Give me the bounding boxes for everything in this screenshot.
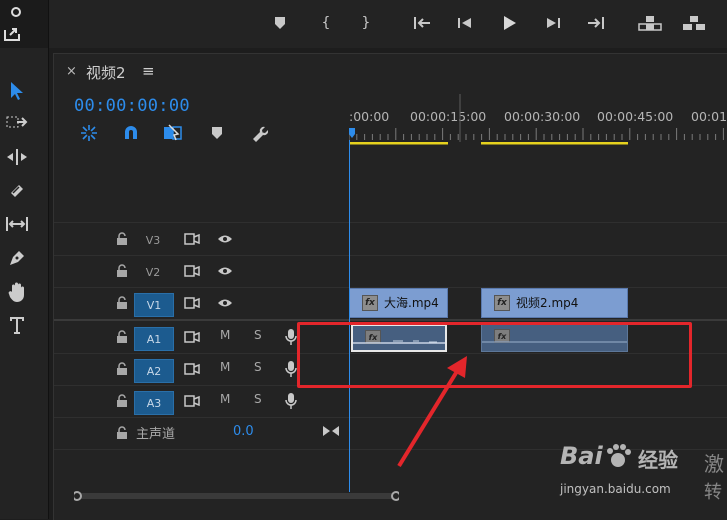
work-area-bar[interactable] (349, 142, 448, 145)
track-header-v3: V3 (54, 224, 349, 255)
lock-icon[interactable] (116, 330, 128, 344)
add-marker-icon[interactable] (206, 122, 228, 144)
eye-icon[interactable] (217, 298, 233, 308)
step-back-icon[interactable] (453, 12, 477, 34)
playhead-handle[interactable] (349, 128, 355, 138)
playhead-line[interactable] (349, 140, 350, 492)
solo-button[interactable]: S (254, 360, 262, 374)
extract-icon[interactable] (680, 12, 708, 34)
ruler-ticks (349, 94, 724, 145)
track-name[interactable]: A2 (134, 359, 174, 383)
selection-tool-icon[interactable] (4, 78, 30, 104)
sync-lock-icon[interactable] (184, 297, 200, 309)
lift-icon[interactable] (636, 12, 664, 34)
video-clip[interactable]: fx 视频2.mp4 (481, 288, 628, 318)
lock-icon[interactable] (116, 232, 128, 246)
watermark-brand-right: 经验 (638, 448, 678, 472)
master-track-label: 主声道 (136, 427, 176, 442)
eye-icon[interactable] (217, 234, 233, 244)
mute-button[interactable]: M (220, 328, 230, 342)
microphone-icon[interactable] (285, 360, 297, 378)
timeline-horizontal-scrollbar[interactable] (74, 490, 399, 502)
mark-out-icon[interactable]: } (354, 12, 378, 34)
go-to-in-icon[interactable] (410, 12, 434, 34)
tools-panel (0, 48, 49, 519)
track-header-master: 主声道 0.0 (54, 418, 349, 449)
tab-close-button[interactable]: × (66, 64, 77, 79)
panel-corner (0, 0, 49, 48)
track-header-v1: V1 (54, 288, 349, 319)
step-forward-icon[interactable] (541, 12, 565, 34)
video-clip[interactable]: fx 大海.mp4 (349, 288, 448, 318)
tab-menu-icon[interactable]: ≡ (142, 62, 155, 80)
toggle-icon[interactable] (10, 6, 26, 18)
track-header-a3: A3 M S (54, 386, 349, 417)
timeline-header-tools (54, 122, 349, 144)
baidu-jingyan-watermark: Bai 经验 jingyan.baidu.com (560, 440, 690, 500)
lock-icon[interactable] (116, 426, 128, 440)
fx-badge: fx (494, 295, 510, 311)
export-frame-icon[interactable] (2, 26, 22, 44)
sync-lock-icon[interactable] (184, 265, 200, 277)
program-transport-bar: { } (0, 0, 727, 48)
time-ruler[interactable]: :00:00 00:00:15:00 00:00:30:00 00:00:45:… (349, 94, 727, 146)
go-to-out-icon[interactable] (584, 12, 608, 34)
nest-sequence-icon[interactable] (78, 122, 100, 144)
play-icon[interactable] (497, 12, 521, 34)
lock-icon[interactable] (116, 362, 128, 376)
solo-button[interactable]: S (254, 392, 262, 406)
mark-in-icon[interactable]: { (314, 12, 338, 34)
track-name[interactable]: A3 (134, 391, 174, 415)
watermark-side-text: 转 (704, 482, 722, 503)
tab-sequence-title[interactable]: 视频2 (86, 62, 126, 83)
sync-lock-icon[interactable] (184, 395, 200, 407)
highlight-box (297, 322, 692, 388)
scroll-handle-right[interactable] (391, 491, 399, 501)
pen-tool-icon[interactable] (4, 245, 30, 271)
master-volume-value[interactable]: 0.0 (233, 424, 254, 439)
scroll-handle-left[interactable] (74, 491, 82, 501)
microphone-icon[interactable] (285, 328, 297, 346)
go-to-master-icon[interactable] (322, 425, 340, 437)
mute-button[interactable]: M (220, 392, 230, 406)
hand-tool-icon[interactable] (4, 279, 30, 305)
track-name[interactable]: V3 (134, 229, 172, 251)
eye-icon[interactable] (217, 266, 233, 276)
linked-selection-icon[interactable] (162, 122, 184, 144)
sync-lock-icon[interactable] (184, 363, 200, 375)
playhead-timecode[interactable]: 00:00:00:00 (74, 96, 190, 116)
snap-icon[interactable] (120, 122, 142, 144)
timeline-settings-wrench-icon[interactable] (248, 122, 270, 144)
timeline-tab: × 视频2 ≡ (54, 54, 727, 90)
ripple-edit-tool-icon[interactable] (4, 144, 30, 170)
watermark-url: jingyan.baidu.com (560, 482, 671, 496)
microphone-icon[interactable] (285, 392, 297, 410)
track-name[interactable]: V1 (134, 293, 174, 317)
sync-lock-icon[interactable] (184, 331, 200, 343)
mute-button[interactable]: M (220, 360, 230, 374)
add-marker-icon[interactable] (268, 12, 292, 34)
lock-icon[interactable] (116, 394, 128, 408)
track-header-v2: V2 (54, 256, 349, 287)
razor-tool-icon[interactable] (4, 178, 30, 204)
sync-lock-icon[interactable] (184, 233, 200, 245)
slip-tool-icon[interactable] (4, 211, 30, 237)
work-area-bar[interactable] (481, 142, 628, 145)
watermark-side-text: 激 (704, 452, 724, 476)
track-name[interactable]: V2 (134, 261, 172, 283)
annotation-arrow (397, 356, 467, 468)
track-name[interactable]: A1 (134, 327, 174, 351)
track-select-forward-tool-icon[interactable] (4, 110, 30, 136)
watermark-brand-left: Bai (560, 442, 603, 470)
clip-name: 视频2.mp4 (516, 296, 579, 310)
type-tool-icon[interactable] (4, 312, 30, 338)
fx-badge: fx (362, 295, 378, 311)
lock-icon[interactable] (116, 296, 128, 310)
lock-icon[interactable] (116, 264, 128, 278)
paw-logo-icon (607, 444, 631, 467)
solo-button[interactable]: S (254, 328, 262, 342)
clip-name: 大海.mp4 (384, 296, 439, 310)
